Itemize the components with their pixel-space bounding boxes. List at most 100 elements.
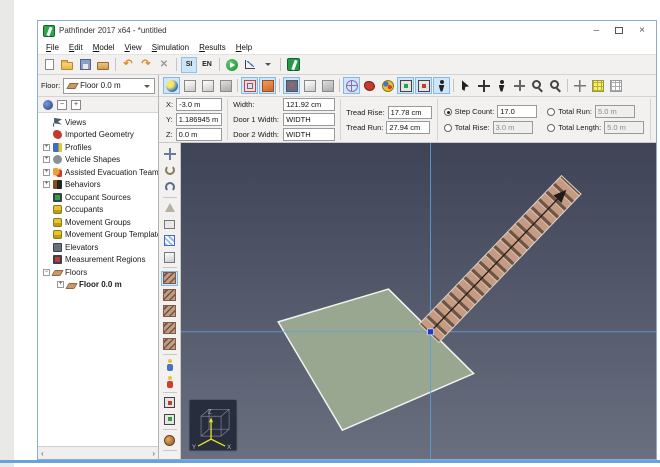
snap-to-point-icon[interactable] — [571, 77, 588, 94]
draw-rectangle-icon[interactable] — [161, 217, 178, 232]
show-floor-items-icon[interactable] — [283, 77, 300, 94]
rotate-view-icon[interactable] — [161, 163, 178, 178]
show-grid-icon[interactable] — [607, 77, 624, 94]
draw-floor-icon[interactable] — [161, 233, 178, 248]
add-escalator-icon[interactable] — [161, 320, 178, 335]
show-imported-geometry-icon[interactable] — [361, 77, 378, 94]
sidebar-item-profiles[interactable]: +Profiles — [38, 141, 158, 154]
tree-horizontal-scrollbar[interactable]: ‹ › — [38, 446, 158, 459]
show-openings-icon[interactable] — [319, 77, 336, 94]
total-rise-option[interactable]: Total Rise: — [444, 121, 538, 134]
total-run-radio[interactable] — [547, 108, 555, 116]
model-tree[interactable]: Views Imported Geometry +Profiles +Vehic… — [38, 113, 158, 446]
collapse-all-icon[interactable]: − — [57, 100, 67, 110]
view-iso-icon[interactable] — [181, 77, 198, 94]
total-length-option[interactable]: Total Length: — [547, 121, 644, 134]
draw-polygon-icon[interactable] — [161, 200, 178, 215]
maximize-button[interactable] — [615, 27, 623, 34]
scroll-left-icon[interactable]: ‹ — [41, 449, 44, 458]
sidebar-item-movement-groups[interactable]: Movement Groups — [38, 216, 158, 229]
menu-simulation[interactable]: Simulation — [147, 42, 194, 53]
tread-run-field[interactable] — [386, 121, 430, 134]
step-count-radio[interactable] — [444, 108, 452, 116]
delete-icon[interactable]: ✕ — [156, 57, 172, 73]
sidebar-item-imported-geometry[interactable]: Imported Geometry — [38, 129, 158, 142]
measure-tool-icon[interactable] — [161, 454, 178, 460]
show-sources-icon[interactable] — [397, 77, 414, 94]
show-regions-icon[interactable] — [415, 77, 432, 94]
total-rise-radio[interactable] — [444, 124, 452, 132]
sidebar-item-measurement-regions[interactable]: Measurement Regions — [38, 254, 158, 267]
show-navmesh-icon[interactable] — [343, 77, 360, 94]
menu-view[interactable]: View — [120, 42, 147, 53]
wireframe-render-icon[interactable] — [241, 77, 258, 94]
solid-render-icon[interactable] — [259, 77, 276, 94]
menu-edit[interactable]: Edit — [64, 42, 88, 53]
tree-navigate-icon[interactable] — [43, 100, 53, 110]
sidebar-item-floors[interactable]: −Floors — [38, 266, 158, 279]
viewport-3d[interactable]: Z X Y — [181, 143, 656, 459]
show-paths-icon[interactable] — [433, 77, 450, 94]
orbit-tool-icon[interactable] — [161, 179, 178, 194]
door1-width-field[interactable] — [283, 113, 335, 126]
menu-results[interactable]: Results — [194, 42, 231, 53]
zoom-tool-icon[interactable] — [529, 77, 546, 94]
view-side-icon[interactable] — [217, 77, 234, 94]
add-stairs-icon[interactable] — [161, 271, 178, 286]
results-dropdown-icon[interactable] — [260, 57, 276, 73]
menu-model[interactable]: Model — [88, 42, 120, 53]
add-ramp-icon[interactable] — [161, 304, 178, 319]
new-file-icon[interactable] — [41, 57, 57, 73]
total-length-radio[interactable] — [547, 124, 555, 132]
open-file-icon[interactable] — [59, 57, 75, 73]
add-stair-door-icon[interactable] — [161, 337, 178, 352]
redo-icon[interactable]: ↷ — [138, 57, 154, 73]
z-field[interactable] — [176, 128, 222, 141]
units-si-button[interactable]: SI — [181, 57, 197, 73]
width-field[interactable] — [283, 98, 335, 111]
add-occupant-source-icon[interactable] — [161, 412, 178, 427]
orbit-view-icon[interactable] — [163, 77, 180, 94]
sidebar-item-floor-0[interactable]: +Floor 0.0 m — [38, 279, 158, 292]
view-top-icon[interactable] — [199, 77, 216, 94]
minimize-button[interactable]: – — [594, 26, 600, 36]
sidebar-item-views[interactable]: Views — [38, 116, 158, 129]
show-results-icon[interactable] — [242, 57, 258, 73]
draw-solid-icon[interactable] — [161, 250, 178, 265]
walk-tool-icon[interactable] — [493, 77, 510, 94]
save-file-icon[interactable] — [77, 57, 93, 73]
run-simulation-icon[interactable] — [224, 57, 240, 73]
zoom-box-tool-icon[interactable] — [547, 77, 564, 94]
step-count-field[interactable] — [497, 105, 537, 118]
add-landing-icon[interactable] — [161, 287, 178, 302]
snap-grid-icon[interactable] — [589, 77, 606, 94]
close-button[interactable]: × — [639, 26, 645, 36]
add-elevator-icon[interactable] — [161, 433, 178, 448]
sidebar-item-behaviors[interactable]: +Behaviors — [38, 179, 158, 192]
tread-rise-field[interactable] — [388, 106, 432, 119]
pan-tool-icon[interactable] — [475, 77, 492, 94]
total-run-option[interactable]: Total Run: — [547, 105, 644, 118]
navigate-move-icon[interactable] — [161, 146, 178, 161]
add-occupant-group-icon[interactable] — [161, 374, 178, 389]
move-tool-icon[interactable] — [511, 77, 528, 94]
undo-icon[interactable]: ↶ — [120, 57, 136, 73]
sidebar-item-assisted-evacuation-teams[interactable]: +Assisted Evacuation Teams — [38, 166, 158, 179]
scroll-right-icon[interactable]: › — [152, 449, 155, 458]
sidebar-item-movement-group-templates[interactable]: Movement Group Templates — [38, 229, 158, 242]
floor-selector[interactable]: Floor 0.0 m — [63, 78, 155, 94]
add-measurement-region-icon[interactable] — [161, 395, 178, 410]
y-field[interactable] — [176, 113, 222, 126]
expand-all-icon[interactable]: + — [71, 100, 81, 110]
sidebar-item-vehicle-shapes[interactable]: +Vehicle Shapes — [38, 154, 158, 167]
door2-width-field[interactable] — [283, 128, 335, 141]
title-bar[interactable]: Pathfinder 2017 x64 - *untitled – × — [38, 21, 656, 40]
import-file-icon[interactable] — [95, 57, 111, 73]
sidebar-item-occupants[interactable]: Occupants — [38, 204, 158, 217]
select-tool-icon[interactable] — [457, 77, 474, 94]
sidebar-item-elevators[interactable]: Elevators — [38, 241, 158, 254]
add-occupant-icon[interactable] — [161, 358, 178, 373]
sidebar-item-occupant-sources[interactable]: Occupant Sources — [38, 191, 158, 204]
units-en-button[interactable]: EN — [199, 57, 215, 73]
show-obstructions-icon[interactable] — [301, 77, 318, 94]
